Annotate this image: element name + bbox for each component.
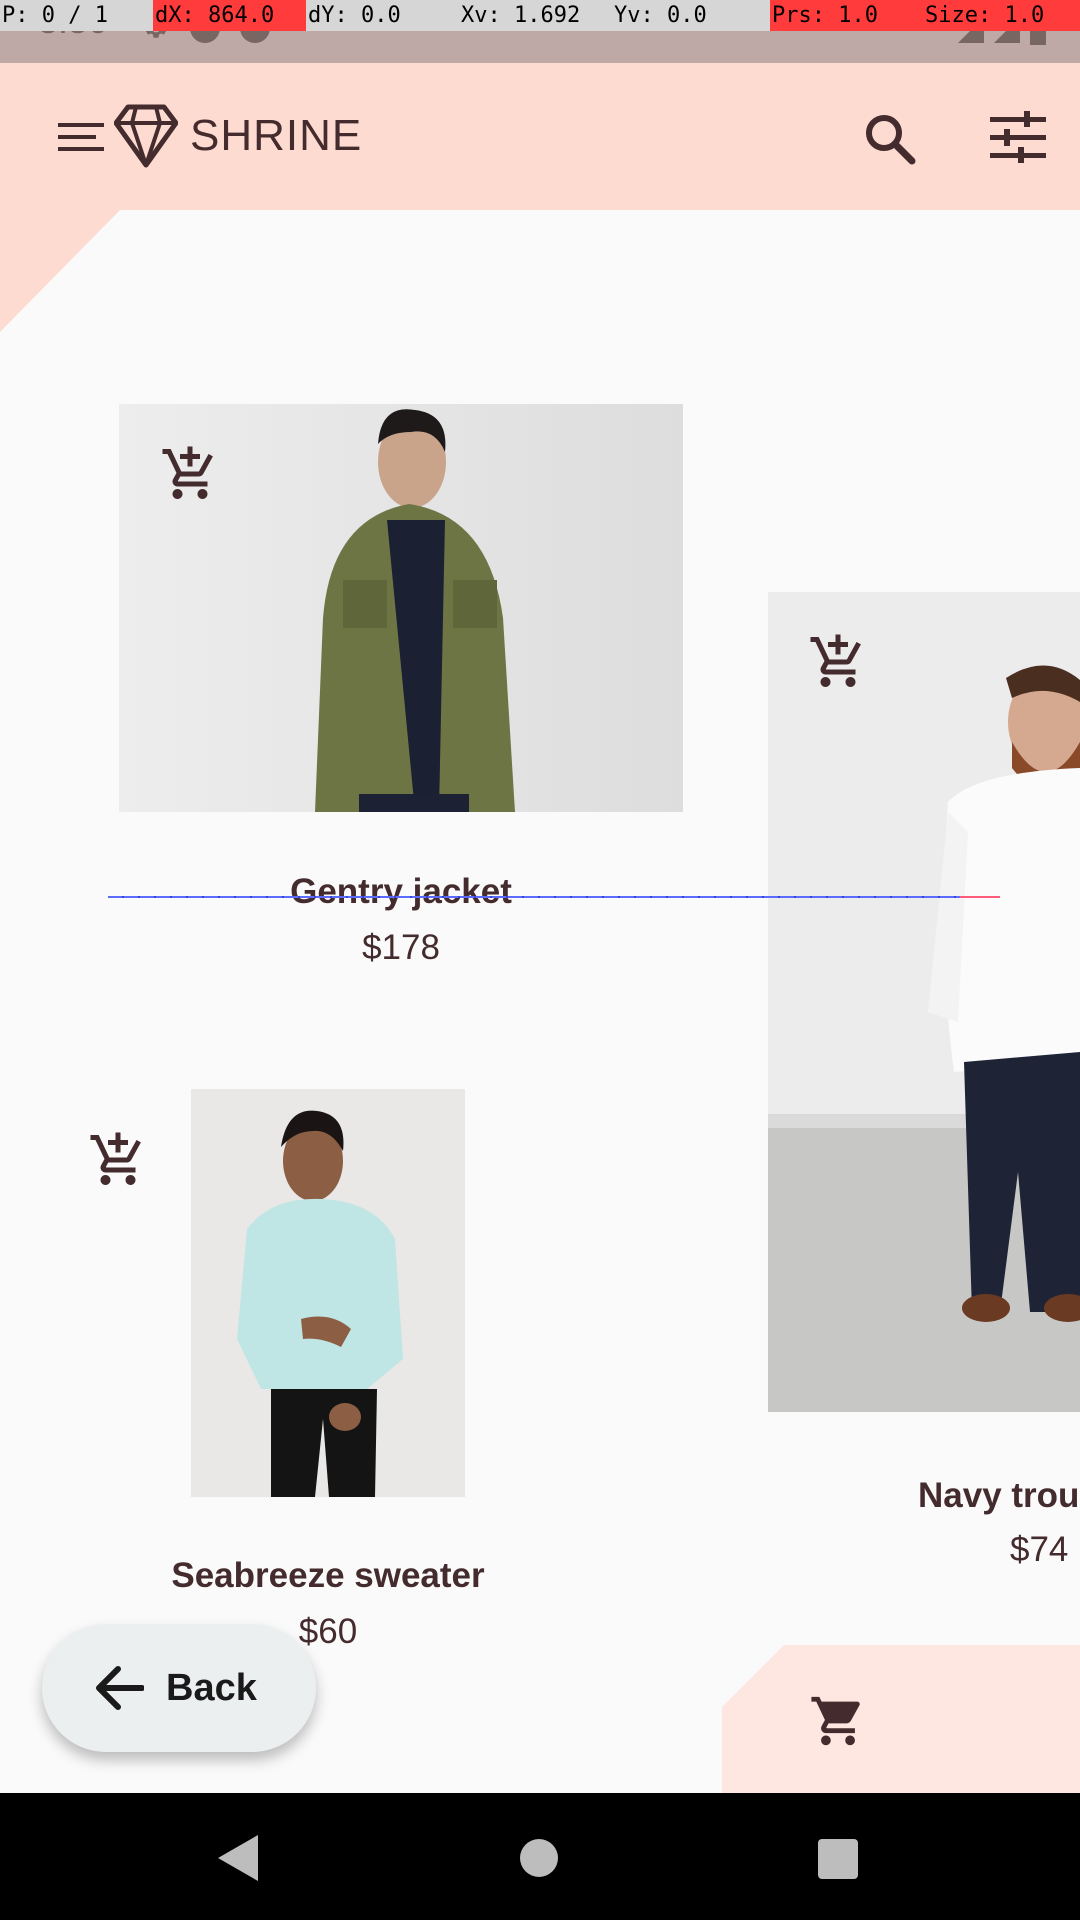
product-name: Navy trou	[918, 1476, 1080, 1515]
debug-pointer: P: 0 / 1	[2, 3, 108, 28]
debug-pressure: Prs: 1.0	[770, 0, 923, 31]
nav-back-icon[interactable]	[218, 1835, 258, 1881]
product-image-navy-trousers[interactable]	[768, 592, 1080, 1412]
app-title: SHRINE	[190, 111, 363, 160]
add-shopping-cart-icon[interactable]	[808, 632, 868, 692]
app-bar: SHRINE	[0, 63, 1080, 210]
tune-icon[interactable]	[990, 111, 1046, 163]
nav-recents-icon[interactable]	[818, 1839, 858, 1879]
back-button[interactable]: Back	[42, 1624, 316, 1752]
debug-size: Size: 1.0	[923, 0, 1080, 31]
add-shopping-cart-icon[interactable]	[88, 1130, 148, 1190]
pointer-trail-end	[960, 896, 1000, 898]
nav-home-icon[interactable]	[520, 1839, 558, 1877]
product-image-seabreeze-sweater[interactable]	[191, 1089, 465, 1497]
product-name: Gentry jacket	[290, 872, 512, 911]
shopping-cart-icon[interactable]	[808, 1692, 868, 1750]
back-button-label: Back	[166, 1666, 257, 1709]
debug-dy: dY: 0.0	[308, 3, 401, 28]
backdrop-corner	[0, 210, 120, 332]
debug-yv: Yv: 0.0	[614, 3, 707, 28]
product-price: $74	[1010, 1530, 1069, 1569]
pointer-debug-overlay: P: 0 / 1 dX: 864.0 dY: 0.0 Xv: 1.692 Yv:…	[0, 0, 1080, 31]
debug-dx: dX: 864.0	[153, 0, 306, 31]
add-shopping-cart-icon[interactable]	[160, 444, 220, 504]
diamond-icon	[114, 104, 178, 168]
menu-icon[interactable]	[58, 117, 104, 157]
product-name: Seabreeze sweater	[171, 1556, 485, 1595]
cart-panel-tab[interactable]	[722, 1645, 1080, 1793]
system-navigation-bar	[0, 1793, 1080, 1920]
debug-xv: Xv: 1.692	[461, 3, 581, 28]
pointer-trail-line	[108, 896, 1000, 898]
arrow-back-icon	[96, 1666, 144, 1710]
status-bar: 3:50	[0, 0, 1080, 63]
search-icon[interactable]	[860, 109, 920, 169]
product-price: $178	[362, 928, 440, 967]
